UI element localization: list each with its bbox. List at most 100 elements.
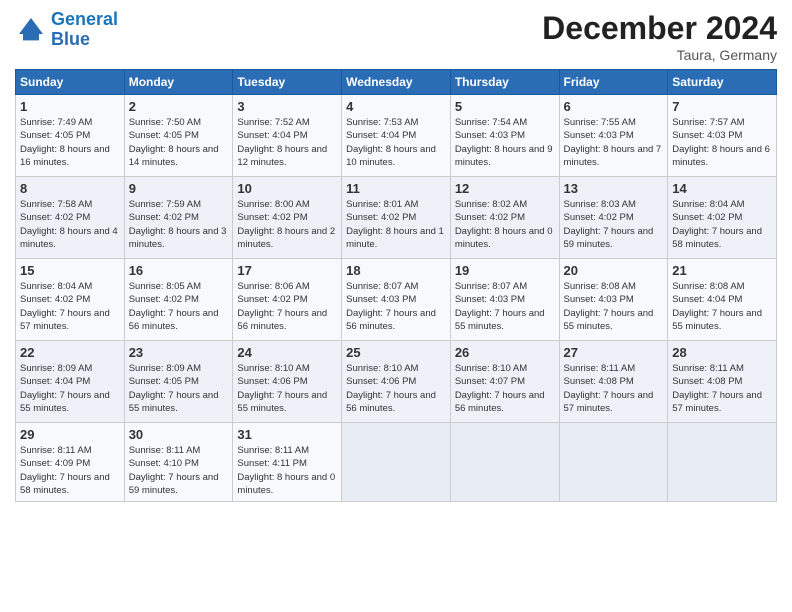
table-row: 25 Sunrise: 8:10 AM Sunset: 4:06 PM Dayl… <box>342 341 451 423</box>
table-row: 9 Sunrise: 7:59 AM Sunset: 4:02 PM Dayli… <box>124 177 233 259</box>
day-number: 25 <box>346 345 446 360</box>
table-row: 7 Sunrise: 7:57 AM Sunset: 4:03 PM Dayli… <box>668 95 777 177</box>
day-info: Sunrise: 8:01 AM Sunset: 4:02 PM Dayligh… <box>346 198 446 251</box>
table-row: 19 Sunrise: 8:07 AM Sunset: 4:03 PM Dayl… <box>450 259 559 341</box>
table-row: 2 Sunrise: 7:50 AM Sunset: 4:05 PM Dayli… <box>124 95 233 177</box>
day-number: 2 <box>129 99 229 114</box>
day-number: 16 <box>129 263 229 278</box>
day-info: Sunrise: 8:00 AM Sunset: 4:02 PM Dayligh… <box>237 198 337 251</box>
day-number: 18 <box>346 263 446 278</box>
calendar-table: Sunday Monday Tuesday Wednesday Thursday… <box>15 69 777 502</box>
sunrise-label: Sunrise: 8:10 AM <box>237 363 309 374</box>
day-number: 27 <box>564 345 664 360</box>
logo-icon <box>15 14 47 46</box>
sunrise-label: Sunrise: 7:55 AM <box>564 117 636 128</box>
day-info: Sunrise: 7:50 AM Sunset: 4:05 PM Dayligh… <box>129 116 229 169</box>
day-number: 19 <box>455 263 555 278</box>
table-row: 1 Sunrise: 7:49 AM Sunset: 4:05 PM Dayli… <box>16 95 125 177</box>
col-thursday: Thursday <box>450 70 559 95</box>
day-info: Sunrise: 8:09 AM Sunset: 4:04 PM Dayligh… <box>20 362 120 415</box>
daylight-label: Daylight: 8 hours and 2 minutes. <box>237 226 335 250</box>
sunset-label: Sunset: 4:03 PM <box>672 130 742 141</box>
sunset-label: Sunset: 4:06 PM <box>237 376 307 387</box>
sunrise-label: Sunrise: 8:04 AM <box>672 199 744 210</box>
day-number: 11 <box>346 181 446 196</box>
logo-text: General Blue <box>51 10 118 50</box>
sunset-label: Sunset: 4:02 PM <box>20 212 90 223</box>
day-number: 24 <box>237 345 337 360</box>
sunset-label: Sunset: 4:04 PM <box>672 294 742 305</box>
sunset-label: Sunset: 4:03 PM <box>564 294 634 305</box>
day-number: 6 <box>564 99 664 114</box>
sunset-label: Sunset: 4:02 PM <box>237 212 307 223</box>
table-row: 29 Sunrise: 8:11 AM Sunset: 4:09 PM Dayl… <box>16 423 125 502</box>
daylight-label: Daylight: 8 hours and 0 minutes. <box>455 226 553 250</box>
day-info: Sunrise: 8:04 AM Sunset: 4:02 PM Dayligh… <box>20 280 120 333</box>
daylight-label: Daylight: 7 hours and 55 minutes. <box>455 308 545 332</box>
daylight-label: Daylight: 7 hours and 57 minutes. <box>20 308 110 332</box>
sunrise-label: Sunrise: 7:49 AM <box>20 117 92 128</box>
day-info: Sunrise: 7:59 AM Sunset: 4:02 PM Dayligh… <box>129 198 229 251</box>
day-info: Sunrise: 7:55 AM Sunset: 4:03 PM Dayligh… <box>564 116 664 169</box>
day-info: Sunrise: 8:11 AM Sunset: 4:10 PM Dayligh… <box>129 444 229 497</box>
sunrise-label: Sunrise: 7:52 AM <box>237 117 309 128</box>
table-row: 13 Sunrise: 8:03 AM Sunset: 4:02 PM Dayl… <box>559 177 668 259</box>
day-number: 1 <box>20 99 120 114</box>
daylight-label: Daylight: 8 hours and 1 minute. <box>346 226 444 250</box>
daylight-label: Daylight: 7 hours and 56 minutes. <box>346 390 436 414</box>
sunrise-label: Sunrise: 8:06 AM <box>237 281 309 292</box>
day-info: Sunrise: 8:08 AM Sunset: 4:03 PM Dayligh… <box>564 280 664 333</box>
table-row: 31 Sunrise: 8:11 AM Sunset: 4:11 PM Dayl… <box>233 423 342 502</box>
day-info: Sunrise: 8:11 AM Sunset: 4:08 PM Dayligh… <box>672 362 772 415</box>
daylight-label: Daylight: 7 hours and 55 minutes. <box>129 390 219 414</box>
day-info: Sunrise: 7:49 AM Sunset: 4:05 PM Dayligh… <box>20 116 120 169</box>
table-row: 21 Sunrise: 8:08 AM Sunset: 4:04 PM Dayl… <box>668 259 777 341</box>
day-number: 15 <box>20 263 120 278</box>
sunrise-label: Sunrise: 8:07 AM <box>455 281 527 292</box>
daylight-label: Daylight: 8 hours and 14 minutes. <box>129 144 219 168</box>
day-info: Sunrise: 8:06 AM Sunset: 4:02 PM Dayligh… <box>237 280 337 333</box>
daylight-label: Daylight: 8 hours and 0 minutes. <box>237 472 335 496</box>
sunset-label: Sunset: 4:08 PM <box>564 376 634 387</box>
table-row: 16 Sunrise: 8:05 AM Sunset: 4:02 PM Dayl… <box>124 259 233 341</box>
sunrise-label: Sunrise: 8:02 AM <box>455 199 527 210</box>
sunset-label: Sunset: 4:03 PM <box>564 130 634 141</box>
main-container: General Blue December 2024 Taura, German… <box>0 0 792 512</box>
day-info: Sunrise: 8:08 AM Sunset: 4:04 PM Dayligh… <box>672 280 772 333</box>
day-info: Sunrise: 8:10 AM Sunset: 4:06 PM Dayligh… <box>346 362 446 415</box>
daylight-label: Daylight: 7 hours and 57 minutes. <box>564 390 654 414</box>
table-row: 4 Sunrise: 7:53 AM Sunset: 4:04 PM Dayli… <box>342 95 451 177</box>
daylight-label: Daylight: 7 hours and 55 minutes. <box>564 308 654 332</box>
day-number: 9 <box>129 181 229 196</box>
daylight-label: Daylight: 8 hours and 9 minutes. <box>455 144 553 168</box>
sunset-label: Sunset: 4:04 PM <box>20 376 90 387</box>
table-row: 18 Sunrise: 8:07 AM Sunset: 4:03 PM Dayl… <box>342 259 451 341</box>
table-row <box>668 423 777 502</box>
sunrise-label: Sunrise: 8:04 AM <box>20 281 92 292</box>
sunset-label: Sunset: 4:04 PM <box>237 130 307 141</box>
sunset-label: Sunset: 4:03 PM <box>346 294 416 305</box>
logo: General Blue <box>15 10 118 50</box>
table-row: 23 Sunrise: 8:09 AM Sunset: 4:05 PM Dayl… <box>124 341 233 423</box>
sunset-label: Sunset: 4:11 PM <box>237 458 307 469</box>
sunset-label: Sunset: 4:02 PM <box>129 294 199 305</box>
daylight-label: Daylight: 7 hours and 59 minutes. <box>564 226 654 250</box>
sunset-label: Sunset: 4:09 PM <box>20 458 90 469</box>
logo-line2: Blue <box>51 29 90 49</box>
daylight-label: Daylight: 7 hours and 56 minutes. <box>346 308 436 332</box>
daylight-label: Daylight: 8 hours and 4 minutes. <box>20 226 118 250</box>
day-info: Sunrise: 8:05 AM Sunset: 4:02 PM Dayligh… <box>129 280 229 333</box>
table-row: 8 Sunrise: 7:58 AM Sunset: 4:02 PM Dayli… <box>16 177 125 259</box>
sunrise-label: Sunrise: 7:54 AM <box>455 117 527 128</box>
sunrise-label: Sunrise: 8:01 AM <box>346 199 418 210</box>
sunrise-label: Sunrise: 7:58 AM <box>20 199 92 210</box>
day-info: Sunrise: 8:07 AM Sunset: 4:03 PM Dayligh… <box>346 280 446 333</box>
day-info: Sunrise: 8:11 AM Sunset: 4:11 PM Dayligh… <box>237 444 337 497</box>
day-info: Sunrise: 7:58 AM Sunset: 4:02 PM Dayligh… <box>20 198 120 251</box>
sunrise-label: Sunrise: 8:03 AM <box>564 199 636 210</box>
sunrise-label: Sunrise: 7:57 AM <box>672 117 744 128</box>
day-number: 21 <box>672 263 772 278</box>
table-row <box>450 423 559 502</box>
day-number: 12 <box>455 181 555 196</box>
sunset-label: Sunset: 4:05 PM <box>20 130 90 141</box>
